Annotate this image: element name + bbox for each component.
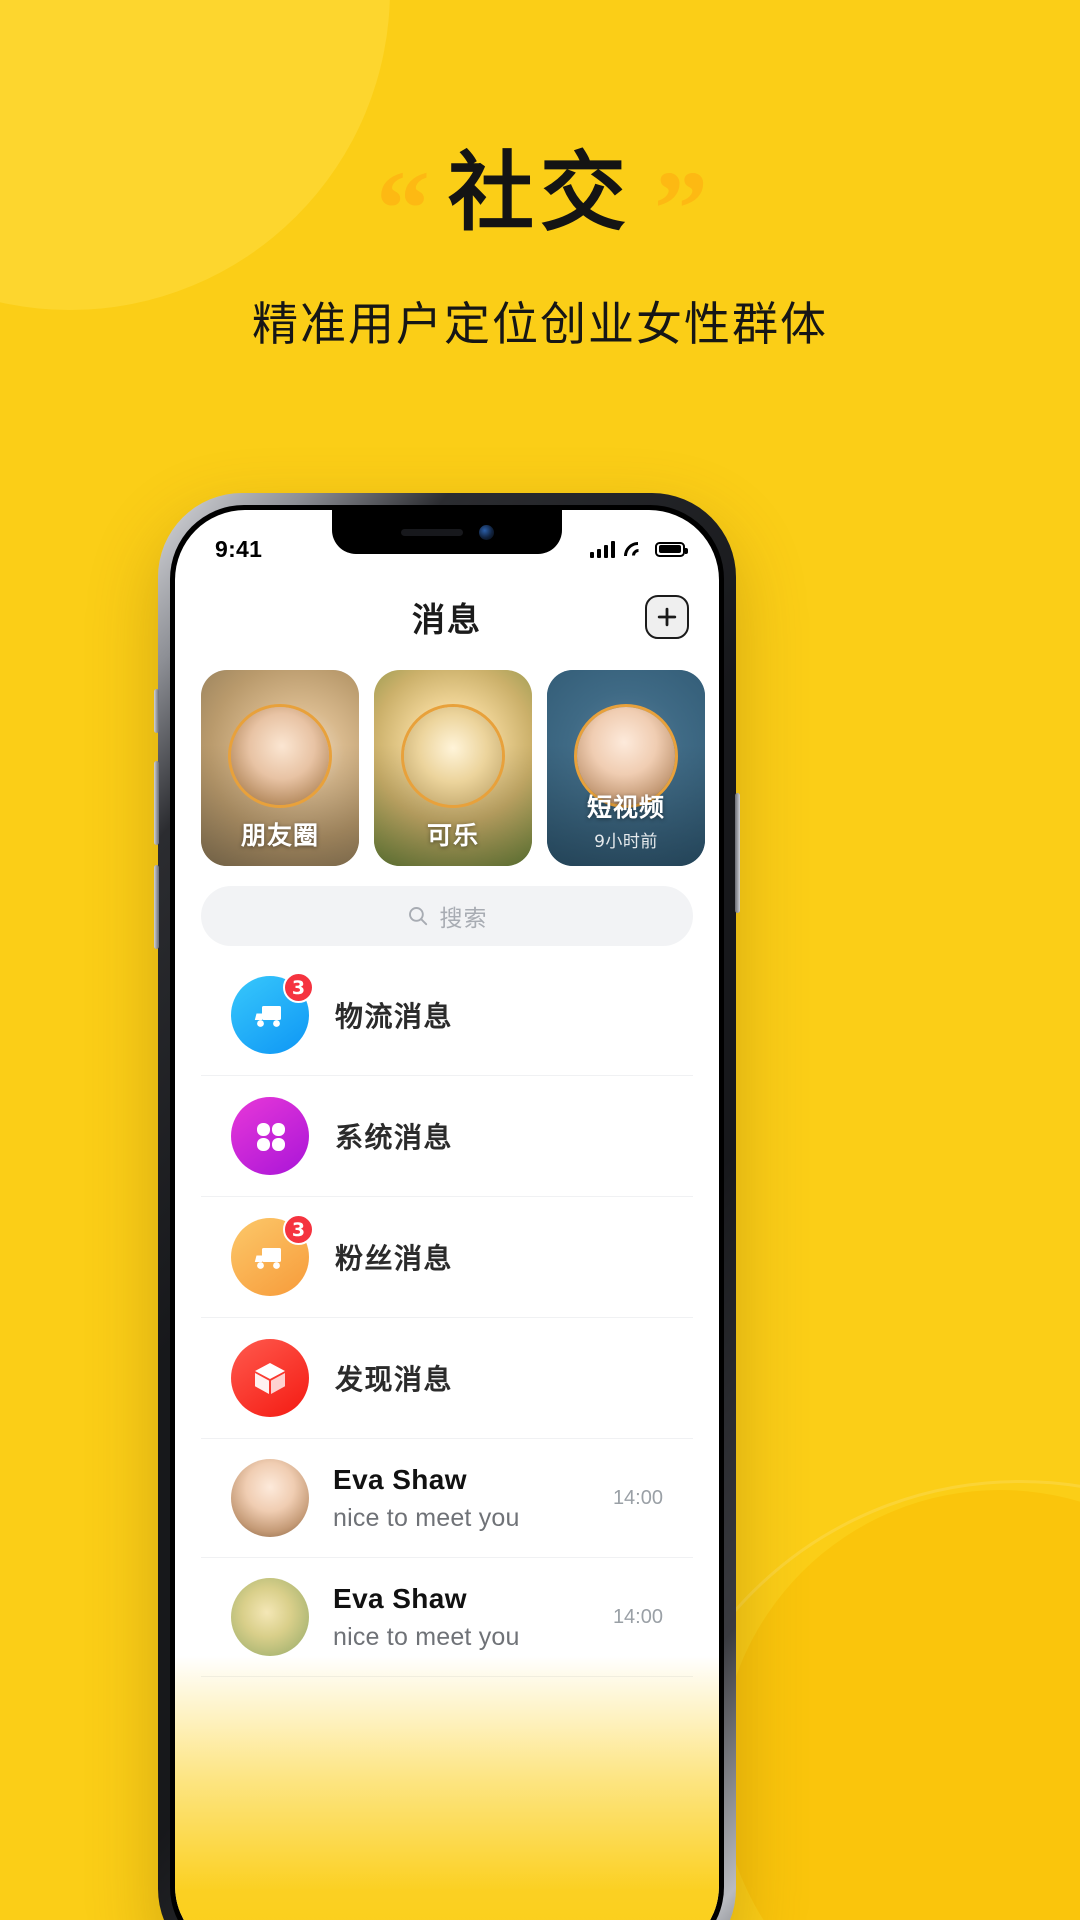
chat-time: 14:00 [612,1605,663,1628]
search-placeholder: 搜索 [439,906,488,932]
signal-bars-icon [589,540,615,558]
status-time: 9:41 [215,535,263,562]
story-label: 朋友圈 [240,821,319,850]
chat-time: 14:00 [612,1486,663,1509]
notification-title: 发现消息 [335,1363,454,1396]
story-label: 可乐 [426,821,479,850]
truck-icon [254,1006,281,1027]
unread-badge: 3 [283,1214,314,1245]
notch [332,510,562,554]
phone-screen: 9:41 消息 朋友圈可乐短视频9小时前正在直播 [175,510,719,1920]
notification-icon [231,1097,309,1175]
notification-title: 系统消息 [335,1121,454,1154]
notification-title: 物流消息 [335,1000,454,1033]
add-button[interactable] [645,595,689,639]
story-card[interactable]: 可乐 [374,670,532,866]
story-label: 短视频 [586,793,665,822]
notification-row[interactable]: 3 粉丝消息 [201,1197,693,1318]
phone-mockup: 9:41 消息 朋友圈可乐短视频9小时前正在直播 [154,493,740,1920]
search-section: 搜索 [175,866,719,952]
unread-badge: 3 [283,972,314,1003]
chat-name: Eva Shaw [333,1582,467,1614]
quote-close-icon: ” [654,150,708,269]
page-subtitle: 精准用户定位创业女性群体 [252,297,828,351]
story-card[interactable]: 短视频 9小时前 [547,670,705,866]
avatar [231,1578,309,1656]
chat-preview: nice to meet you [333,1503,520,1532]
front-camera-icon [478,524,494,540]
plus-icon [657,607,677,627]
app-title: 消息 [412,600,482,639]
chat-row[interactable]: Eva Shaw nice to meet you 14:00 [201,1439,693,1558]
notification-row[interactable]: 3 物流消息 [201,952,693,1076]
notification-icon [231,1339,309,1417]
story-card[interactable]: 朋友圈 [201,670,359,866]
chat-preview: nice to meet you [333,1622,520,1651]
battery-icon [655,541,688,557]
chat-row[interactable]: Eva Shaw nice to meet you 14:00 [201,1558,693,1677]
page-title: 社交 [448,143,632,243]
story-avatar [401,704,505,808]
story-timestamp: 9小时前 [594,832,658,852]
quote-open-icon: “ [376,150,430,269]
notification-title: 粉丝消息 [335,1242,454,1275]
truck-icon [254,1248,281,1269]
earpiece-speaker [400,528,463,536]
message-list: 3 物流消息系统消息 3 粉丝消息发现消息 Eva Shaw nice to meet y… [175,952,719,1677]
app-header: 消息 [175,574,719,660]
story-avatar [228,704,332,808]
stories-carousel[interactable]: 朋友圈可乐短视频9小时前正在直播 [175,660,719,866]
notification-row[interactable]: 发现消息 [201,1318,693,1439]
wifi-icon [624,541,646,558]
clover-icon [257,1123,285,1151]
headline-block: “ 社交 ” [0,143,1080,269]
search-icon [408,907,427,926]
cube-icon [255,1363,285,1394]
chat-name: Eva Shaw [333,1463,467,1495]
bottom-fade-overlay [175,1656,719,1920]
volume-up-button [154,761,159,845]
mute-switch [154,689,159,733]
volume-down-button [154,865,159,949]
power-button [735,793,740,913]
notification-row[interactable]: 系统消息 [201,1076,693,1197]
avatar [231,1459,309,1537]
search-input[interactable]: 搜索 [201,886,693,946]
